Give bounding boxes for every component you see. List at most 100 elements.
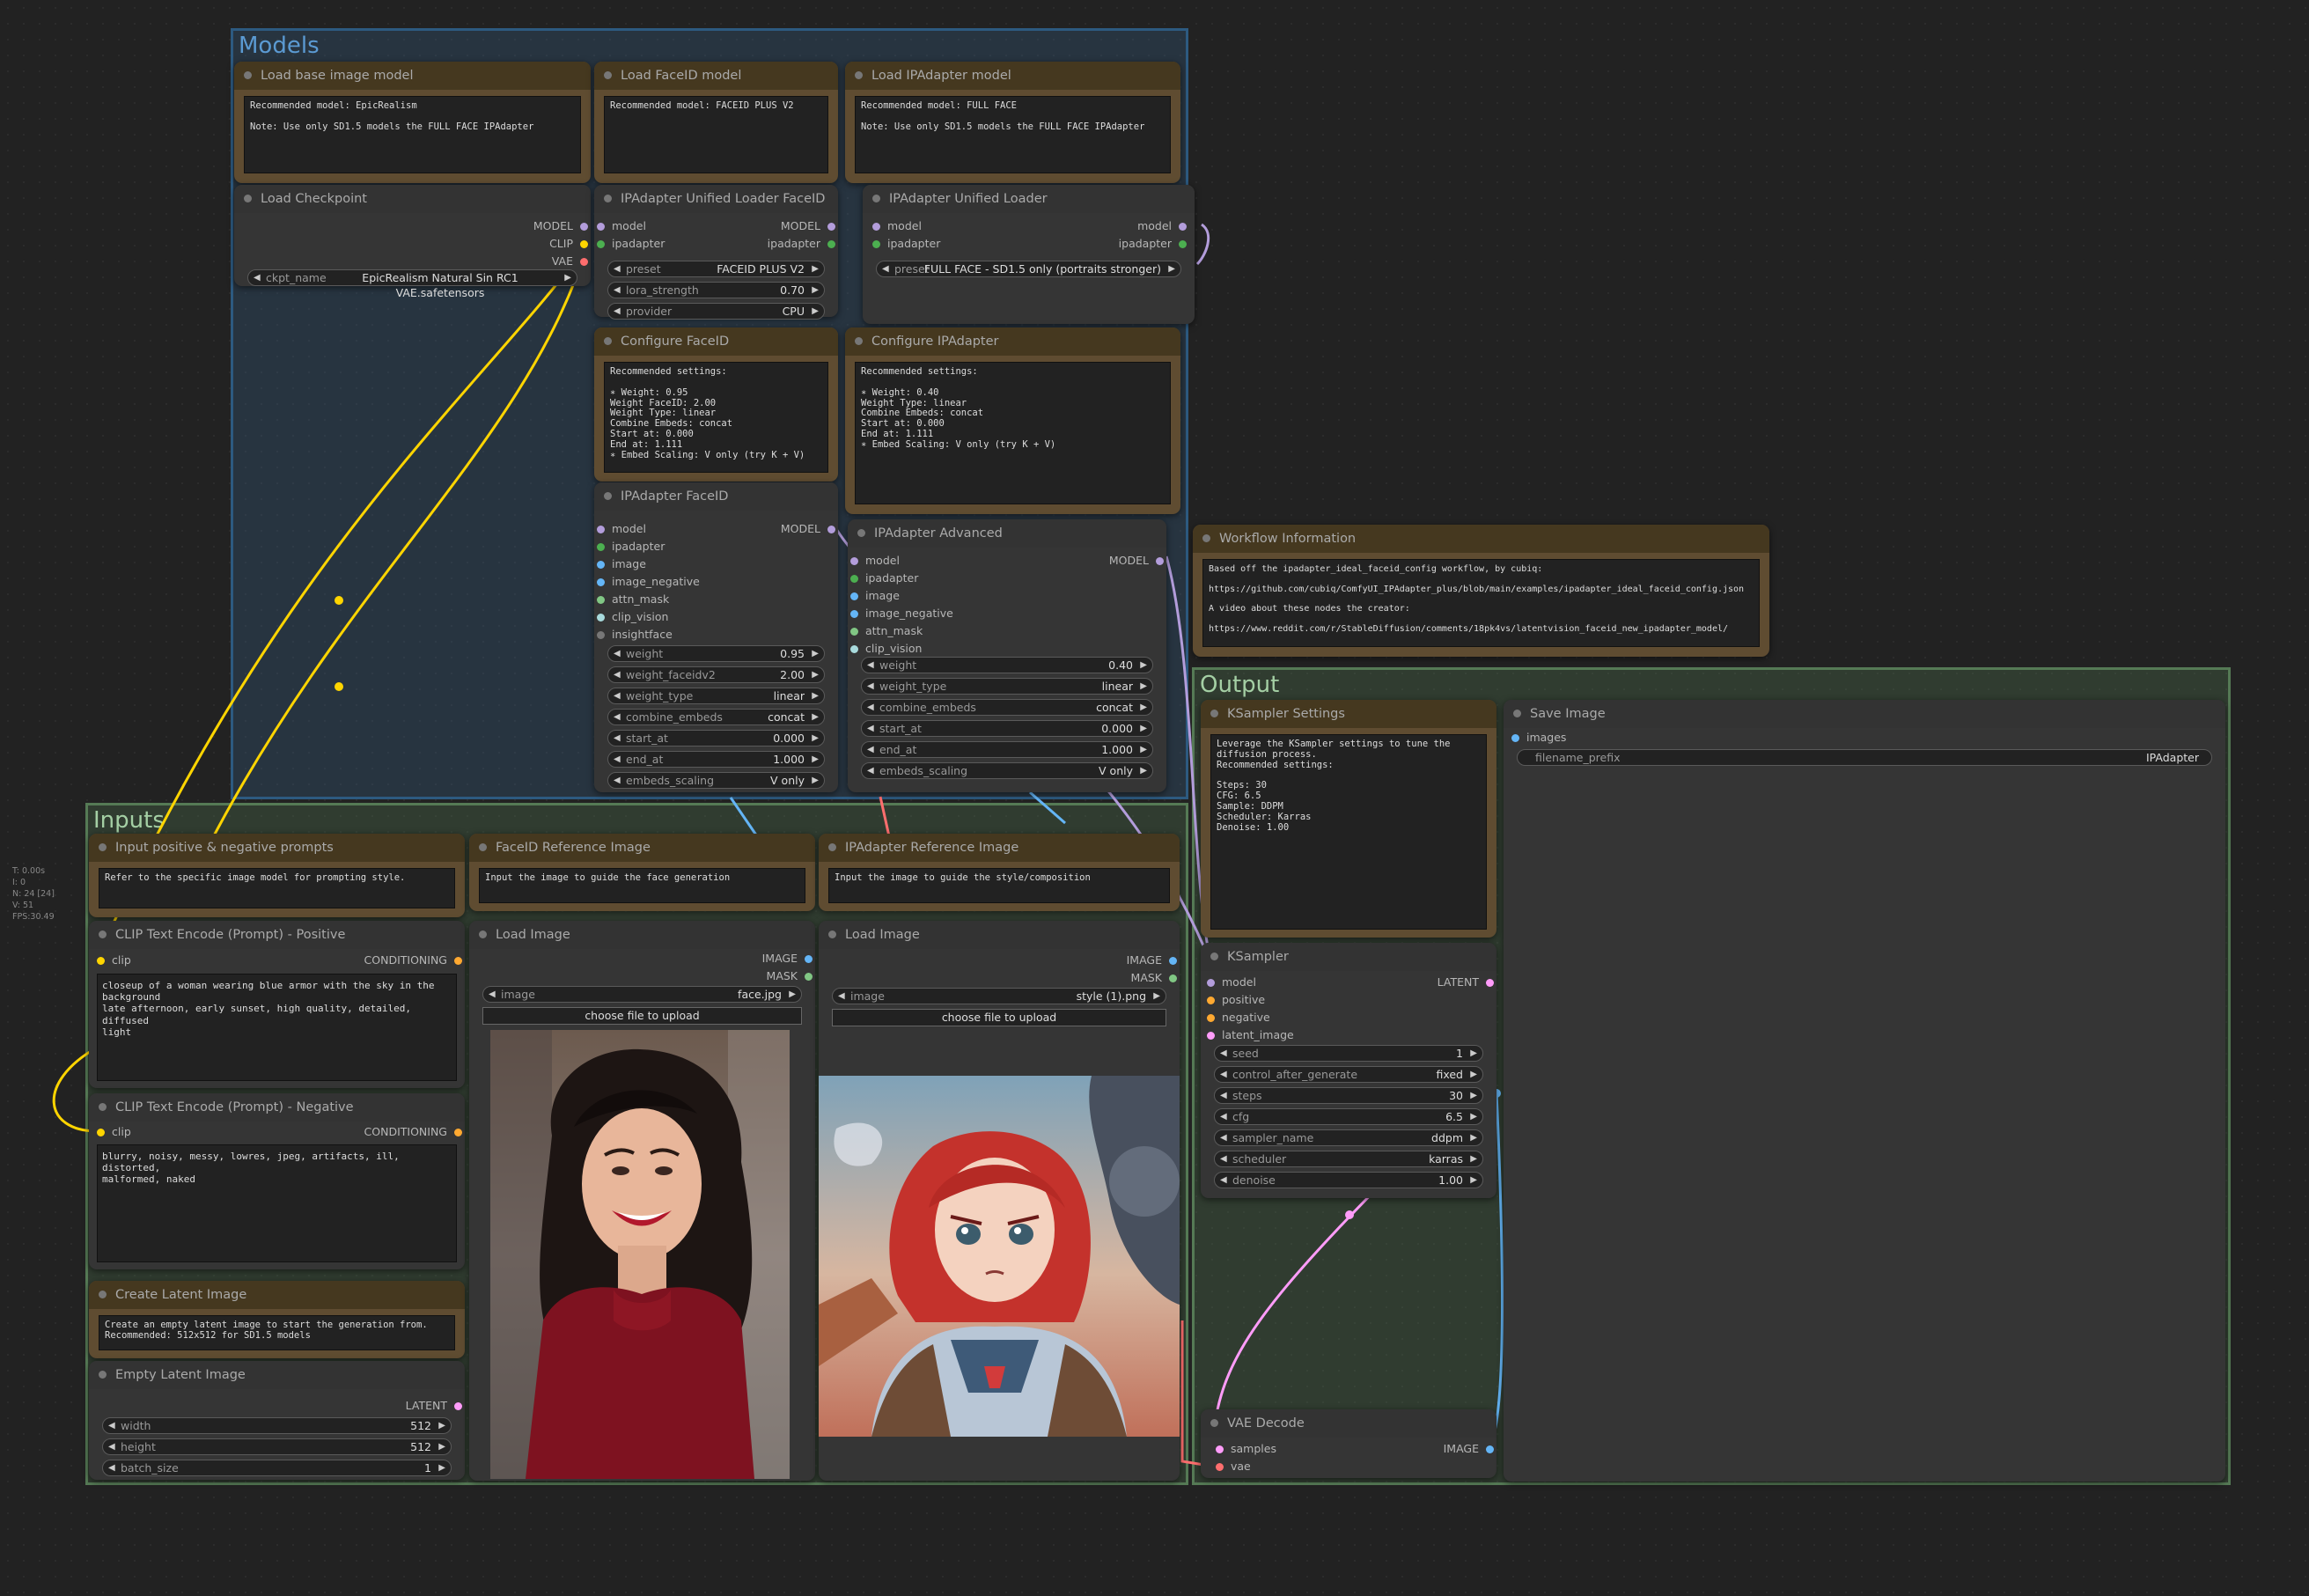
socket-clip[interactable] [580,240,588,248]
widget-batch-size[interactable]: ◀ batch_size 1 ▶ [102,1460,452,1476]
arrow-right-icon[interactable]: ▶ [1470,1173,1477,1188]
socket-image[interactable] [597,561,605,569]
socket-image[interactable] [1486,1445,1494,1453]
input-clip[interactable]: clip [94,1124,131,1140]
arrow-right-icon[interactable]: ▶ [1140,700,1147,715]
arrow-left-icon[interactable]: ◀ [867,721,874,736]
input-clip[interactable]: clip [94,952,131,968]
output-clip[interactable]: CLIP [549,236,591,252]
input-image[interactable]: image [594,556,646,572]
node-ipadapter-faceid[interactable]: IPAdapter FaceID MODEL model ipadapter i… [594,482,838,792]
arrow-left-icon[interactable]: ◀ [108,1460,115,1475]
output-conditioning[interactable]: CONDITIONING [364,952,465,968]
output-model[interactable]: MODEL [1109,553,1166,569]
socket-latent[interactable] [1216,1445,1224,1453]
output-model[interactable]: MODEL [781,218,838,234]
socket-ipadapter[interactable] [850,575,858,583]
arrow-left-icon[interactable]: ◀ [1220,1173,1227,1188]
socket-model[interactable] [1179,223,1187,231]
input-vae[interactable]: vae [1213,1459,1251,1475]
widget-lora-strength[interactable]: ◀ lora_strength 0.70 ▶ [607,282,825,298]
note-text[interactable]: Input the image to guide the style/compo… [828,868,1170,903]
note-ipadapter-model[interactable]: Load IPAdapter model Recommended model: … [845,62,1180,183]
input-ipadapter[interactable]: ipadapter [848,570,918,586]
socket-model[interactable] [580,223,588,231]
arrow-right-icon[interactable]: ▶ [1140,658,1147,673]
socket-image[interactable] [1511,734,1519,742]
arrow-right-icon[interactable]: ▶ [1168,261,1175,276]
node-load-checkpoint[interactable]: Load Checkpoint MODEL CLIP VAE ◀ ckpt_na… [234,185,591,299]
socket-ipadapter[interactable] [827,240,835,248]
arrow-left-icon[interactable]: ◀ [882,261,889,276]
note-faceid-model[interactable]: Load FaceID model Recommended model: FAC… [594,62,838,183]
note-ipadapter-reference[interactable]: IPAdapter Reference Image Input the imag… [819,834,1180,911]
socket-model[interactable] [1156,557,1164,565]
socket-mask[interactable] [1169,975,1177,982]
arrow-left-icon[interactable]: ◀ [1220,1151,1227,1166]
arrow-right-icon[interactable]: ▶ [812,304,819,319]
input-image-negative[interactable]: image_negative [594,574,700,590]
node-save-image[interactable]: Save Image images filename_prefix IPAdapt… [1504,700,2225,1482]
input-samples[interactable]: samples [1213,1441,1276,1457]
widget-scheduler[interactable]: ◀ scheduler karras ▶ [1214,1151,1483,1167]
arrow-right-icon[interactable]: ▶ [812,667,819,682]
socket-conditioning[interactable] [454,1129,462,1136]
arrow-right-icon[interactable]: ▶ [1470,1130,1477,1145]
arrow-left-icon[interactable]: ◀ [838,989,845,1004]
arrow-left-icon[interactable]: ◀ [1220,1130,1227,1145]
socket-conditioning[interactable] [1207,1014,1215,1022]
upload-button[interactable]: choose file to upload [832,1009,1166,1026]
input-image-negative[interactable]: image_negative [848,606,953,621]
input-latent-image[interactable]: latent_image [1204,1027,1294,1043]
widget-start-at[interactable]: ◀ start_at 0.000 ▶ [861,720,1153,737]
note-configure-faceid[interactable]: Configure FaceID Recommended settings: ∗… [594,327,838,482]
input-clip-vision[interactable]: clip_vision [848,641,922,657]
widget-combine-embeds[interactable]: ◀ combine_embeds concat ▶ [861,699,1153,716]
socket-vae[interactable] [580,258,588,266]
output-ipadapter[interactable]: ipadapter [768,236,838,252]
arrow-right-icon[interactable]: ▶ [1470,1109,1477,1124]
socket-image[interactable] [850,592,858,600]
widget-seed[interactable]: ◀ seed 1 ▶ [1214,1045,1483,1062]
output-latent[interactable]: LATENT [1438,975,1496,990]
output-ipadapter[interactable]: ipadapter [1119,236,1189,252]
note-faceid-reference[interactable]: FaceID Reference Image Input the image t… [469,834,815,911]
socket-image[interactable] [850,610,858,618]
arrow-left-icon[interactable]: ◀ [867,742,874,757]
socket-model[interactable] [850,557,858,565]
arrow-right-icon[interactable]: ▶ [1153,989,1160,1004]
arrow-left-icon[interactable]: ◀ [1220,1109,1227,1124]
output-image[interactable]: IMAGE [1444,1441,1496,1457]
input-model[interactable]: model [594,521,646,537]
socket-clip-vision[interactable] [850,645,858,653]
input-ipadapter[interactable]: ipadapter [870,236,940,252]
note-workflow-information[interactable]: Workflow Information Based off the ipada… [1193,525,1769,657]
note-base-model[interactable]: Load base image model Recommended model:… [234,62,591,183]
socket-image[interactable] [597,578,605,586]
widget-width[interactable]: ◀ width 512 ▶ [102,1417,452,1434]
input-images[interactable]: images [1509,730,1566,746]
node-unified-loader-faceid[interactable]: IPAdapter Unified Loader FaceID model ip… [594,185,838,320]
negative-prompt-textarea[interactable]: blurry, noisy, messy, lowres, jpeg, arti… [97,1144,457,1262]
node-empty-latent-image[interactable]: Empty Latent Image LATENT ◀ width 512 ▶ ◀ he… [89,1361,465,1480]
arrow-right-icon[interactable]: ▶ [1470,1067,1477,1082]
arrow-right-icon[interactable]: ▶ [564,270,571,285]
arrow-left-icon[interactable]: ◀ [489,987,496,1002]
arrow-left-icon[interactable]: ◀ [614,283,621,298]
arrow-right-icon[interactable]: ▶ [1140,679,1147,694]
socket-conditioning[interactable] [454,957,462,965]
socket-latent[interactable] [1207,1032,1215,1040]
arrow-left-icon[interactable]: ◀ [867,658,874,673]
note-text[interactable]: Based off the ipadapter_ideal_faceid_con… [1202,559,1760,647]
arrow-right-icon[interactable]: ▶ [812,710,819,724]
widget-end-at[interactable]: ◀ end_at 1.000 ▶ [861,741,1153,758]
widget-image-select[interactable]: ◀ image style (1).png ▶ [832,988,1166,1004]
arrow-right-icon[interactable]: ▶ [812,283,819,298]
arrow-right-icon[interactable]: ▶ [812,773,819,788]
input-model[interactable]: model [1204,975,1256,990]
note-input-prompts[interactable]: Input positive & negative prompts Refer … [89,834,465,917]
note-text[interactable]: Recommended model: FACEID PLUS V2 [604,96,828,173]
arrow-right-icon[interactable]: ▶ [1140,763,1147,778]
node-clip-text-encode-positive[interactable]: CLIP Text Encode (Prompt) - Positive cli… [89,921,465,1088]
socket-mask[interactable] [805,973,813,981]
